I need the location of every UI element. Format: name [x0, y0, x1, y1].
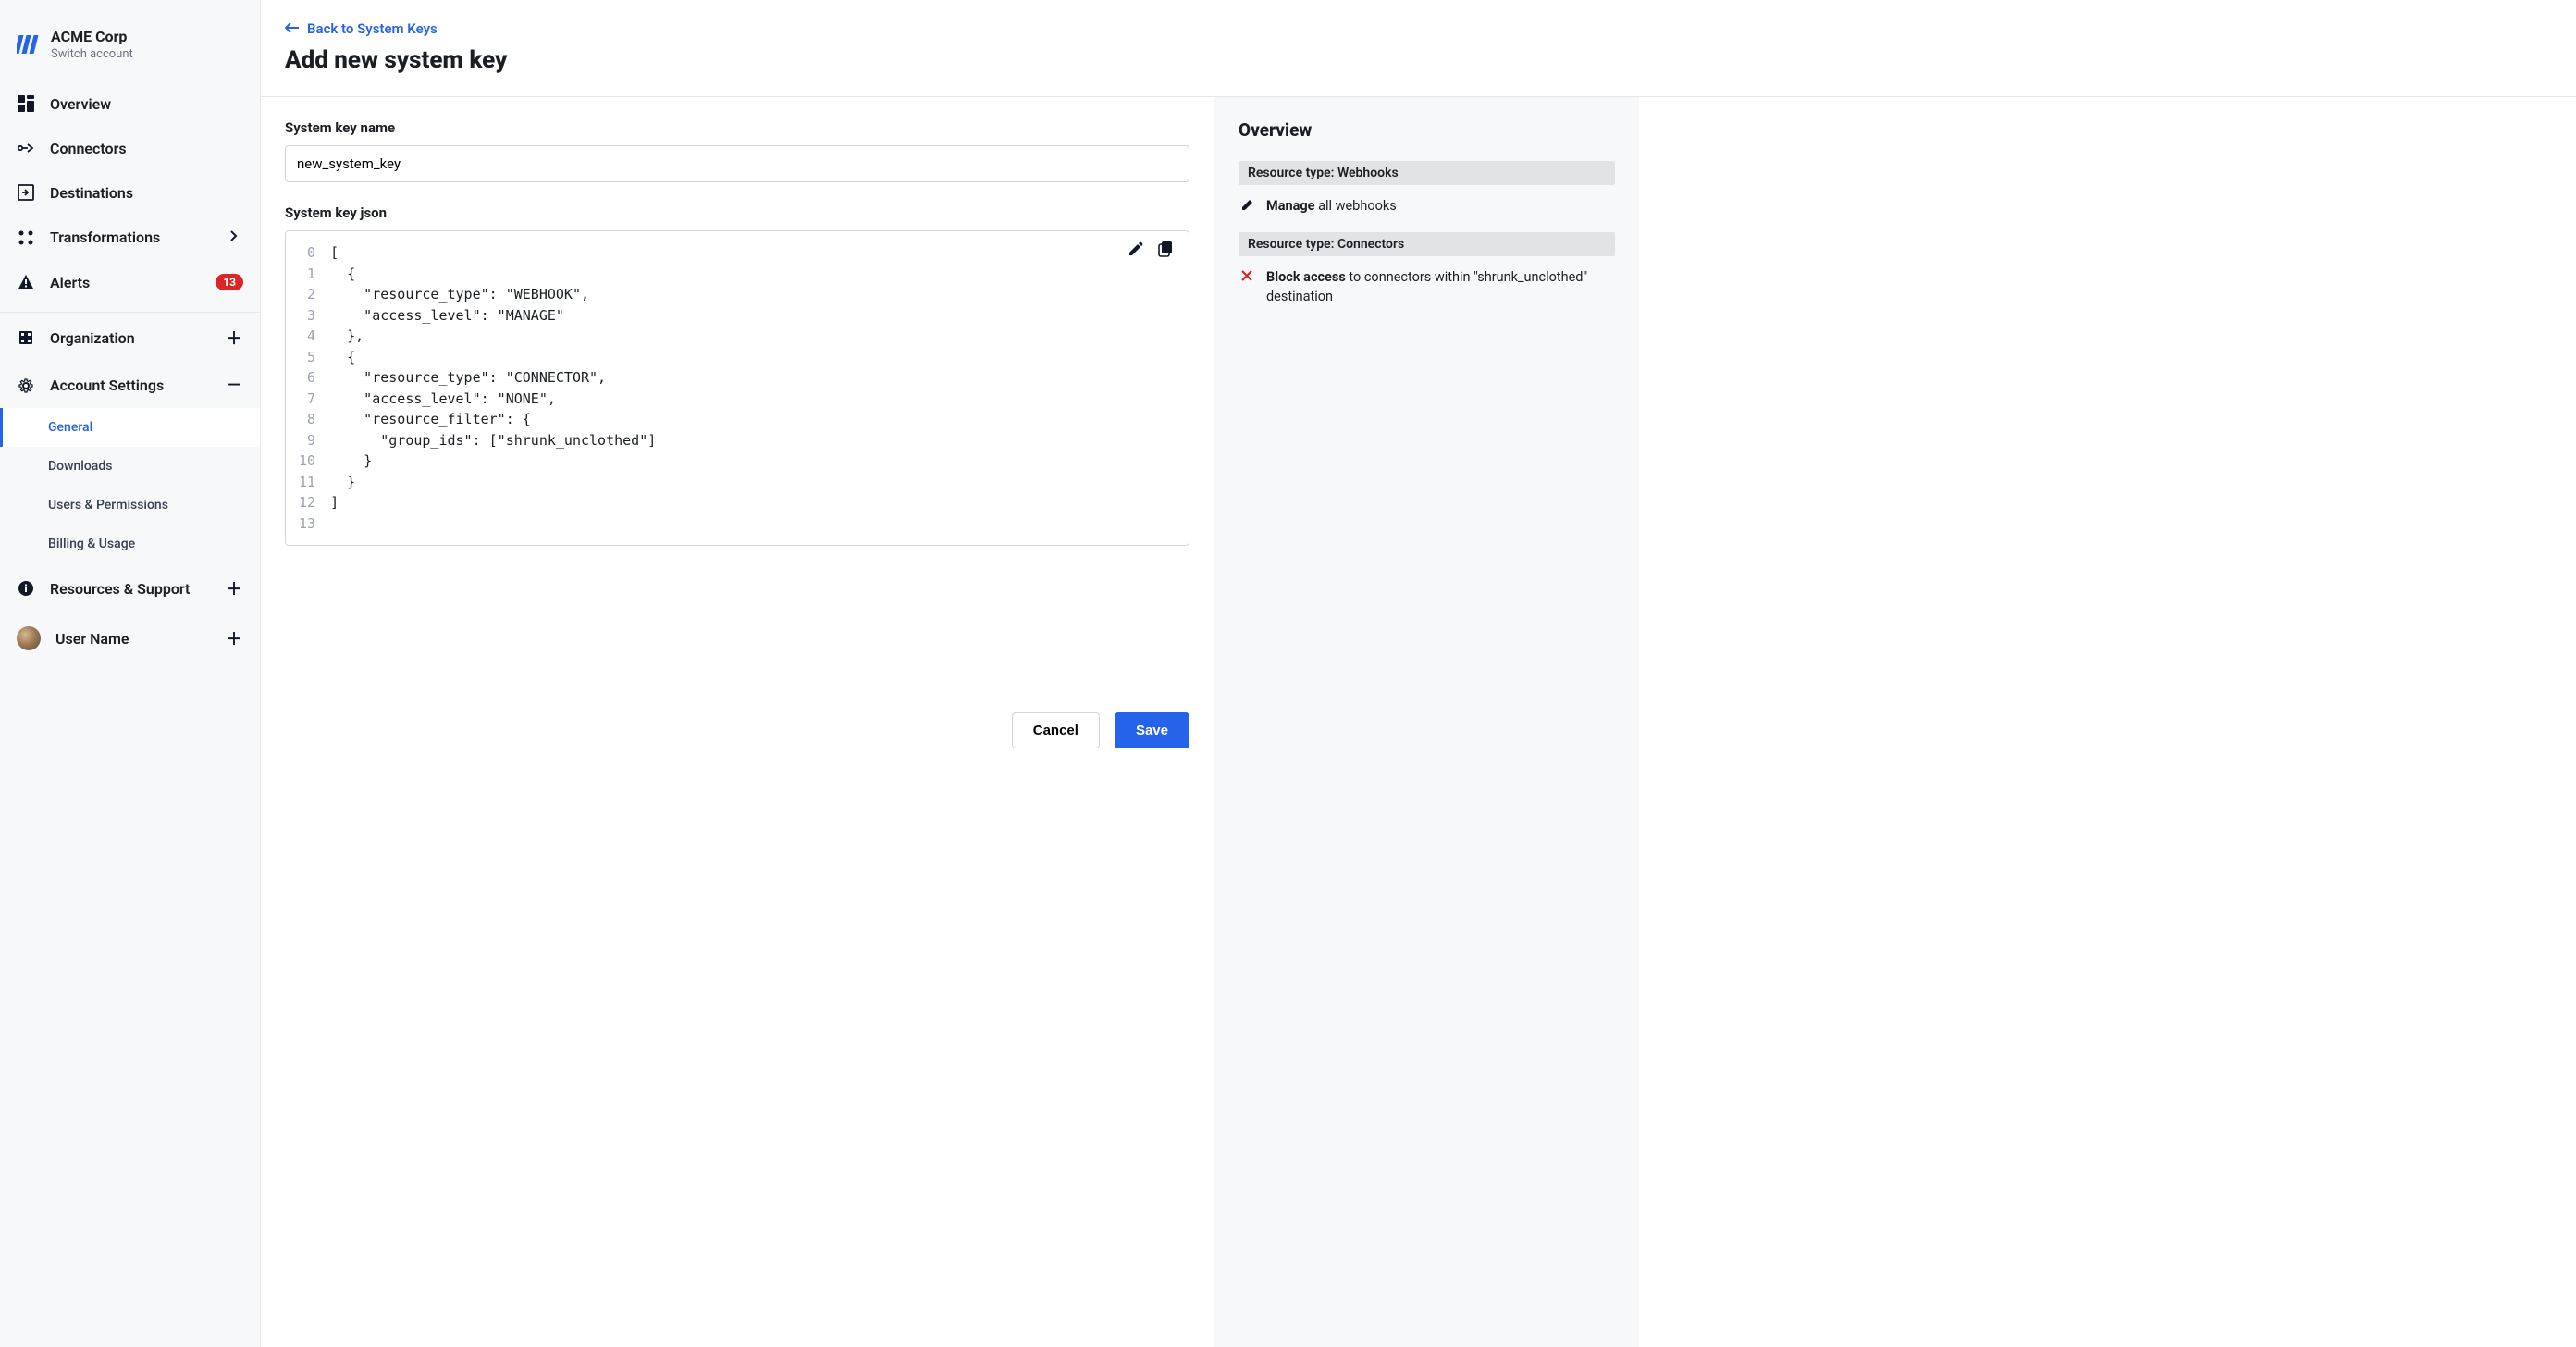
switch-account-link[interactable]: Switch account: [51, 47, 133, 61]
copy-icon[interactable]: [1157, 241, 1177, 261]
avatar: [17, 626, 41, 650]
nav-overview-label: Overview: [50, 95, 111, 113]
destinations-icon: [17, 183, 35, 202]
pencil-icon: [1240, 197, 1257, 214]
resource-webhooks-text: Manage all webhooks: [1266, 196, 1397, 216]
nav-connectors[interactable]: Connectors: [0, 126, 260, 170]
main-nav: Overview Connectors Destinations Transfo…: [0, 81, 260, 663]
nav-alerts-label: Alerts: [50, 274, 90, 291]
close-icon: [1240, 268, 1257, 285]
alert-icon: [17, 273, 35, 291]
plus-icon: ＋: [225, 326, 243, 350]
edit-icon[interactable]: [1128, 241, 1148, 261]
brand-header[interactable]: ACME Corp Switch account: [0, 0, 260, 81]
gear-icon: [17, 377, 35, 395]
overview-title: Overview: [1239, 119, 1615, 141]
subnav-general[interactable]: General: [0, 408, 260, 447]
organization-icon: [17, 328, 35, 347]
nav-overview[interactable]: Overview: [0, 81, 260, 126]
overview-panel: Overview Resource type: Webhooks Manage …: [1214, 97, 1639, 1347]
save-button[interactable]: Save: [1115, 712, 1189, 748]
resource-row-webhooks: Manage all webhooks: [1239, 185, 1615, 232]
nav-resources-support-label: Resources & Support: [50, 580, 190, 598]
sidebar: ACME Corp Switch account Overview Connec…: [0, 0, 261, 1347]
form-column: System key name System key json 0[: [261, 97, 1214, 1347]
minus-icon: —: [225, 376, 243, 395]
nav-destinations[interactable]: Destinations: [0, 170, 260, 215]
resource-connectors-text: Block access to connectors within "shrun…: [1266, 267, 1613, 306]
subnav-users-permissions[interactable]: Users & Permissions: [0, 486, 260, 525]
plus-icon: ＋: [225, 626, 243, 650]
brand-logo-icon: [17, 33, 39, 56]
transformations-icon: [17, 229, 35, 247]
subnav-billing-usage[interactable]: Billing & Usage: [0, 525, 260, 563]
connectors-icon: [17, 139, 35, 157]
nav-resources-support[interactable]: Resources & Support ＋: [0, 563, 260, 613]
nav-transformations[interactable]: Transformations: [0, 215, 260, 260]
back-link[interactable]: Back to System Keys: [285, 20, 438, 37]
key-json-label: System key json: [285, 204, 1189, 221]
resource-header-connectors: Resource type: Connectors: [1239, 232, 1615, 256]
cancel-button[interactable]: Cancel: [1012, 712, 1100, 748]
nav-account-settings[interactable]: Account Settings —: [0, 363, 260, 408]
brand-text: ACME Corp Switch account: [51, 28, 133, 61]
account-settings-submenu: General Downloads Users & Permissions Bi…: [0, 408, 260, 563]
arrow-left-icon: [285, 20, 300, 37]
chevron-right-icon: [225, 228, 243, 247]
subnav-downloads[interactable]: Downloads: [0, 447, 260, 486]
page-title: Add new system key: [285, 46, 2552, 74]
key-name-label: System key name: [285, 119, 1189, 136]
alerts-badge: 13: [216, 274, 243, 290]
nav-organization-label: Organization: [50, 329, 135, 347]
back-link-label: Back to System Keys: [307, 20, 438, 37]
nav-organization[interactable]: Organization ＋: [0, 313, 260, 363]
info-icon: [17, 579, 35, 598]
nav-alerts[interactable]: Alerts 13: [0, 260, 260, 304]
nav-account-settings-label: Account Settings: [50, 377, 164, 394]
brand-name: ACME Corp: [51, 28, 133, 45]
main-content: Back to System Keys Add new system key S…: [261, 0, 2576, 1347]
resource-row-connectors: Block access to connectors within "shrun…: [1239, 256, 1615, 323]
nav-destinations-label: Destinations: [50, 184, 133, 202]
nav-user-label: User Name: [55, 630, 129, 648]
key-name-input[interactable]: [285, 145, 1189, 182]
json-editor[interactable]: 0[ 1 { 2 "resource_type": "WEBHOOK", 3 "…: [285, 230, 1189, 546]
nav-transformations-label: Transformations: [50, 229, 160, 246]
resource-header-webhooks: Resource type: Webhooks: [1239, 161, 1615, 185]
nav-connectors-label: Connectors: [50, 140, 127, 157]
plus-icon: ＋: [225, 576, 243, 600]
dashboard-icon: [17, 94, 35, 113]
code-block: 0[ 1 { 2 "resource_type": "WEBHOOK", 3 "…: [299, 242, 656, 534]
nav-user[interactable]: User Name ＋: [0, 613, 260, 663]
